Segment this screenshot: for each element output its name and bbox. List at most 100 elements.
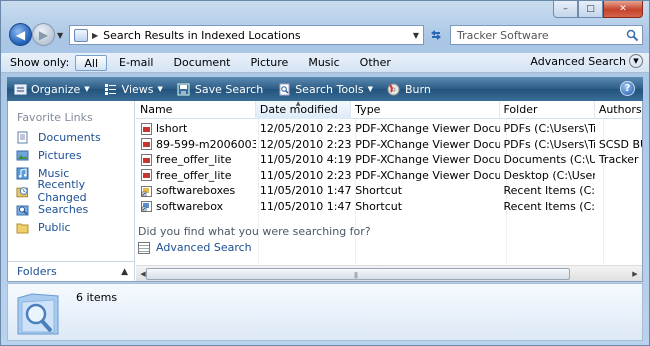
burn-disc-icon bbox=[387, 82, 401, 96]
search-folder-icon bbox=[74, 28, 88, 42]
save-search-icon bbox=[177, 82, 191, 96]
pdf-file-icon bbox=[141, 138, 152, 151]
name-cell: lshort bbox=[136, 121, 256, 137]
search-feedback-question: Did you find what you were searching for… bbox=[138, 225, 371, 238]
type-cell: Shortcut bbox=[355, 184, 403, 197]
column-header-type[interactable]: Type bbox=[351, 101, 500, 119]
file-name: free_offer_lite bbox=[156, 168, 232, 182]
filter-document[interactable]: Document bbox=[166, 55, 239, 71]
maximize-button[interactable]: □ bbox=[578, 1, 603, 18]
column-header-authors[interactable]: Authors bbox=[595, 101, 642, 119]
column-header-date-modified[interactable]: ▲ Date modified bbox=[255, 101, 352, 119]
file-name: free_offer_lite bbox=[156, 153, 232, 166]
refresh-button[interactable] bbox=[426, 25, 446, 45]
minimize-button[interactable]: – bbox=[553, 1, 578, 18]
address-bar[interactable]: ▶ Search Results in Indexed Locations ▼ bbox=[69, 25, 424, 45]
column-header-name[interactable]: Name bbox=[136, 101, 256, 119]
favorite-links-title: Favorite Links bbox=[17, 111, 93, 124]
type-cell: PDF-XChange Viewer Document bbox=[355, 168, 500, 182]
table-row[interactable]: softwareboxes 11/05/2010 1:47 PM Shortcu… bbox=[136, 183, 642, 199]
views-label: Views bbox=[121, 82, 154, 96]
nav-item-label: Public bbox=[38, 220, 71, 234]
address-dropdown-icon[interactable]: ▼ bbox=[409, 31, 423, 40]
nav-item-pictures[interactable]: Pictures bbox=[16, 146, 134, 164]
forward-button[interactable]: ▶ bbox=[32, 23, 55, 46]
burn-label: Burn bbox=[404, 82, 431, 96]
filter-music[interactable]: Music bbox=[300, 55, 347, 71]
search-icon[interactable] bbox=[622, 26, 642, 44]
pdf-file-icon bbox=[141, 153, 152, 166]
nav-item-public[interactable]: Public bbox=[16, 218, 134, 236]
nav-item-label: Documents bbox=[38, 130, 101, 144]
file-name: softwarebox bbox=[156, 199, 224, 213]
filter-all[interactable]: All bbox=[75, 54, 107, 71]
details-pane: 6 items bbox=[7, 283, 643, 341]
window-controls: – □ ✕ bbox=[553, 1, 643, 19]
authors-cell bbox=[595, 199, 642, 215]
table-row[interactable]: 89-599-m2006003-eng 12/05/2010 2:23 PM P… bbox=[136, 137, 642, 153]
advanced-search-toggle[interactable]: Advanced Search ▼ bbox=[530, 54, 643, 68]
filter-email[interactable]: E-mail bbox=[111, 55, 162, 71]
authors-cell bbox=[595, 168, 642, 184]
search-tools-button[interactable]: Search Tools ▼ bbox=[277, 82, 373, 96]
search-input[interactable]: Tracker Software bbox=[457, 29, 622, 42]
date-cell: 11/05/2010 2:23 PM bbox=[259, 168, 352, 182]
column-header-row: Name ▲ Date modified Type Folder Authors bbox=[136, 101, 642, 119]
show-only-label: Show only: bbox=[10, 56, 70, 69]
nav-item-recently-changed[interactable]: Recently Changed bbox=[16, 178, 134, 204]
file-name: softwareboxes bbox=[156, 184, 236, 197]
explorer-window: – □ ✕ ◀ ▶ ▼ ▶ Search Results in Indexed … bbox=[0, 0, 650, 346]
search-box[interactable]: Tracker Software bbox=[450, 25, 643, 45]
type-cell: Shortcut bbox=[355, 199, 403, 213]
help-button[interactable]: ? bbox=[620, 81, 635, 96]
searches-icon bbox=[16, 205, 29, 215]
folder-cell: PDFs (C:\Users\Tr... bbox=[503, 137, 595, 151]
close-button[interactable]: ✕ bbox=[603, 1, 643, 18]
search-tools-icon bbox=[277, 82, 291, 96]
table-row[interactable]: softwarebox 11/05/2010 1:47 PM Shortcut … bbox=[136, 199, 642, 215]
pdf-file-icon bbox=[141, 169, 152, 182]
breadcrumb-separator-icon[interactable]: ▶ bbox=[92, 31, 98, 40]
filter-other[interactable]: Other bbox=[352, 55, 399, 71]
back-button[interactable]: ◀ bbox=[9, 23, 32, 46]
date-cell: 11/05/2010 1:47 PM bbox=[259, 184, 352, 197]
advanced-search-label: Advanced Search bbox=[530, 54, 626, 68]
favorite-links-list: Documents Pictures Music Recently Change… bbox=[16, 128, 134, 236]
table-row[interactable]: free_offer_lite 11/05/2010 2:23 PM PDF-X… bbox=[136, 168, 642, 184]
recently-changed-icon bbox=[16, 186, 29, 197]
help-icon: ? bbox=[624, 83, 631, 94]
column-header-folder[interactable]: Folder bbox=[500, 101, 595, 119]
date-cell: 12/05/2010 2:23 PM bbox=[259, 137, 352, 151]
name-cell: free_offer_lite bbox=[136, 152, 256, 168]
shortcut-icon bbox=[141, 201, 152, 213]
type-cell: PDF-XChange Viewer Document bbox=[355, 137, 500, 151]
folders-toggle[interactable]: Folders ▲ bbox=[8, 261, 135, 281]
scrollbar-thumb[interactable]: ||| bbox=[146, 268, 570, 280]
show-only-bar: Show only: All E-mail Document Picture M… bbox=[1, 53, 649, 73]
table-row[interactable]: free_offer_lite 11/05/2010 4:19 PM PDF-X… bbox=[136, 152, 642, 168]
authors-cell bbox=[595, 121, 642, 137]
navigation-bar: ◀ ▶ ▼ ▶ Search Results in Indexed Locati… bbox=[7, 21, 643, 49]
content-area: Favorite Links Documents Pictures Music … bbox=[7, 101, 643, 282]
nav-item-label: Pictures bbox=[38, 148, 82, 162]
filter-picture[interactable]: Picture bbox=[243, 55, 297, 71]
file-name: lshort bbox=[156, 122, 188, 135]
scroll-right-icon[interactable]: ▶ bbox=[628, 267, 642, 281]
views-button[interactable]: Views ▼ bbox=[104, 82, 163, 96]
advanced-search-link[interactable]: Advanced Search bbox=[138, 241, 252, 254]
file-list: Name ▲ Date modified Type Folder Authors… bbox=[136, 101, 642, 281]
nav-item-label: Recently Changed bbox=[37, 178, 87, 204]
horizontal-scrollbar[interactable]: ◀ ||| ▶ bbox=[136, 265, 642, 281]
nav-item-documents[interactable]: Documents bbox=[16, 128, 134, 146]
save-search-button[interactable]: Save Search bbox=[177, 82, 263, 96]
refresh-icon bbox=[431, 30, 441, 40]
organize-button[interactable]: Organize ▼ bbox=[13, 82, 90, 96]
table-row[interactable]: lshort 12/05/2010 2:23 PM PDF-XChange Vi… bbox=[136, 121, 642, 137]
pictures-icon bbox=[16, 150, 29, 160]
item-count: 6 items bbox=[76, 291, 118, 304]
recent-pages-dropdown[interactable]: ▼ bbox=[57, 31, 63, 40]
documents-icon bbox=[17, 131, 28, 143]
chevron-down-icon: ▼ bbox=[629, 54, 643, 68]
views-icon bbox=[104, 82, 118, 96]
burn-button[interactable]: Burn bbox=[387, 82, 431, 96]
